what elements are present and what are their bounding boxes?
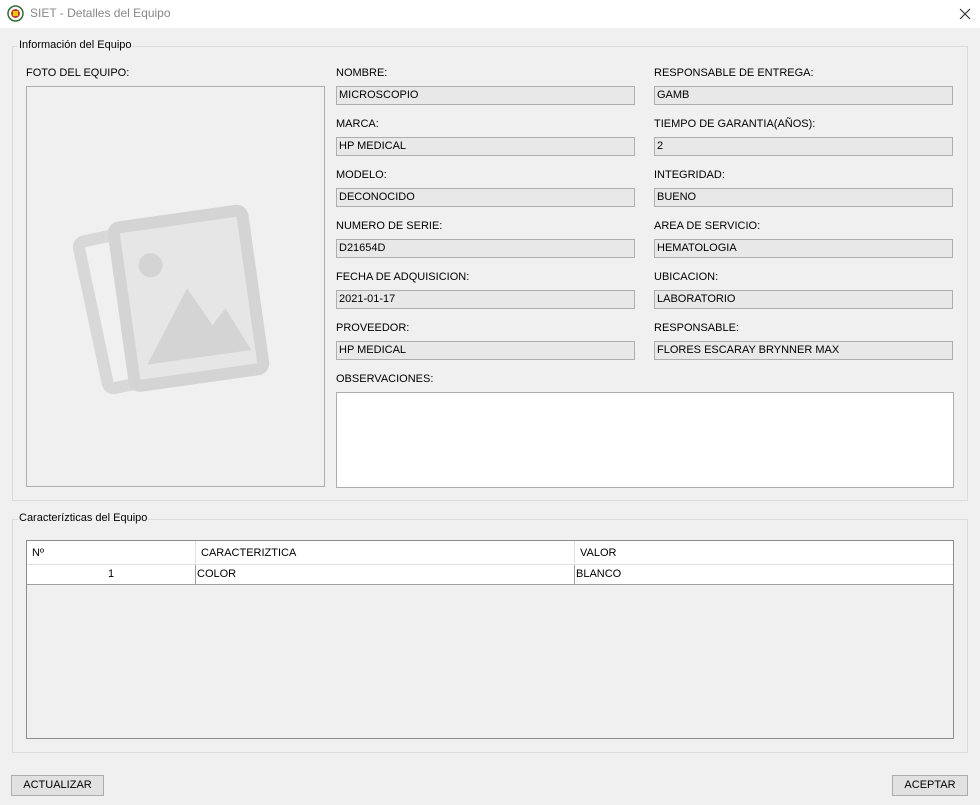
equipment-features-title: Caracterízticas del Equipo bbox=[18, 512, 149, 524]
features-table[interactable]: Nº CARACTERIZTICA VALOR 1 COLOR BLANCO bbox=[26, 540, 954, 739]
equipment-info-title: Información del Equipo bbox=[18, 39, 133, 51]
serie-label: NUMERO DE SERIE: bbox=[336, 220, 443, 232]
table-row[interactable]: 1 COLOR BLANCO bbox=[27, 565, 953, 585]
title-bar: SIET - Detalles del Equipo bbox=[0, 0, 980, 28]
fecha-label: FECHA DE ADQUISICION: bbox=[336, 271, 470, 283]
nombre-label: NOMBRE: bbox=[336, 67, 388, 79]
marca-label: MARCA: bbox=[336, 118, 379, 130]
integridad-label: INTEGRIDAD: bbox=[654, 169, 725, 181]
column-header-number[interactable]: Nº bbox=[27, 541, 196, 565]
responsable-field[interactable]: FLORES ESCARAY BRYNNER MAX bbox=[654, 341, 953, 360]
app-logo-icon bbox=[7, 5, 24, 22]
proveedor-field[interactable]: HP MEDICAL bbox=[336, 341, 635, 360]
close-button[interactable] bbox=[950, 0, 980, 28]
modelo-field[interactable]: DECONOCIDO bbox=[336, 188, 635, 207]
proveedor-label: PROVEEDOR: bbox=[336, 322, 410, 334]
photo-label: FOTO DEL EQUIPO: bbox=[26, 67, 130, 79]
aceptar-button[interactable]: ACEPTAR bbox=[892, 775, 968, 796]
observaciones-label: OBSERVACIONES: bbox=[336, 373, 434, 385]
actualizar-button[interactable]: ACTUALIZAR bbox=[11, 775, 104, 796]
image-placeholder-icon bbox=[72, 204, 270, 395]
cell-number: 1 bbox=[27, 565, 196, 584]
integridad-field[interactable]: BUENO bbox=[654, 188, 953, 207]
resp-entrega-field[interactable]: GAMB bbox=[654, 86, 953, 105]
close-icon bbox=[959, 8, 971, 20]
column-header-caracteristica[interactable]: CARACTERIZTICA bbox=[196, 541, 575, 565]
ubicacion-label: UBICACION: bbox=[654, 271, 719, 283]
fecha-field[interactable]: 2021-01-17 bbox=[336, 290, 635, 309]
equipment-photo[interactable] bbox=[26, 86, 325, 487]
ubicacion-field[interactable]: LABORATORIO bbox=[654, 290, 953, 309]
serie-field[interactable]: D21654D bbox=[336, 239, 635, 258]
responsable-label: RESPONSABLE: bbox=[654, 322, 739, 334]
window-title: SIET - Detalles del Equipo bbox=[30, 6, 171, 20]
nombre-field[interactable]: MICROSCOPIO bbox=[336, 86, 635, 105]
observaciones-textarea[interactable] bbox=[336, 392, 954, 488]
marca-field[interactable]: HP MEDICAL bbox=[336, 137, 635, 156]
modelo-label: MODELO: bbox=[336, 169, 387, 181]
cell-valor: BLANCO bbox=[576, 568, 622, 580]
features-table-header: Nº CARACTERIZTICA VALOR bbox=[27, 541, 953, 565]
resp-entrega-label: RESPONSABLE DE ENTREGA: bbox=[654, 67, 814, 79]
garantia-label: TIEMPO DE GARANTIA(AÑOS): bbox=[654, 118, 816, 130]
garantia-field[interactable]: 2 bbox=[654, 137, 953, 156]
cell-caracteristica: COLOR bbox=[196, 565, 575, 584]
area-label: AREA DE SERVICIO: bbox=[654, 220, 761, 232]
area-field[interactable]: HEMATOLOGIA bbox=[654, 239, 953, 258]
column-header-valor[interactable]: VALOR bbox=[575, 541, 953, 565]
